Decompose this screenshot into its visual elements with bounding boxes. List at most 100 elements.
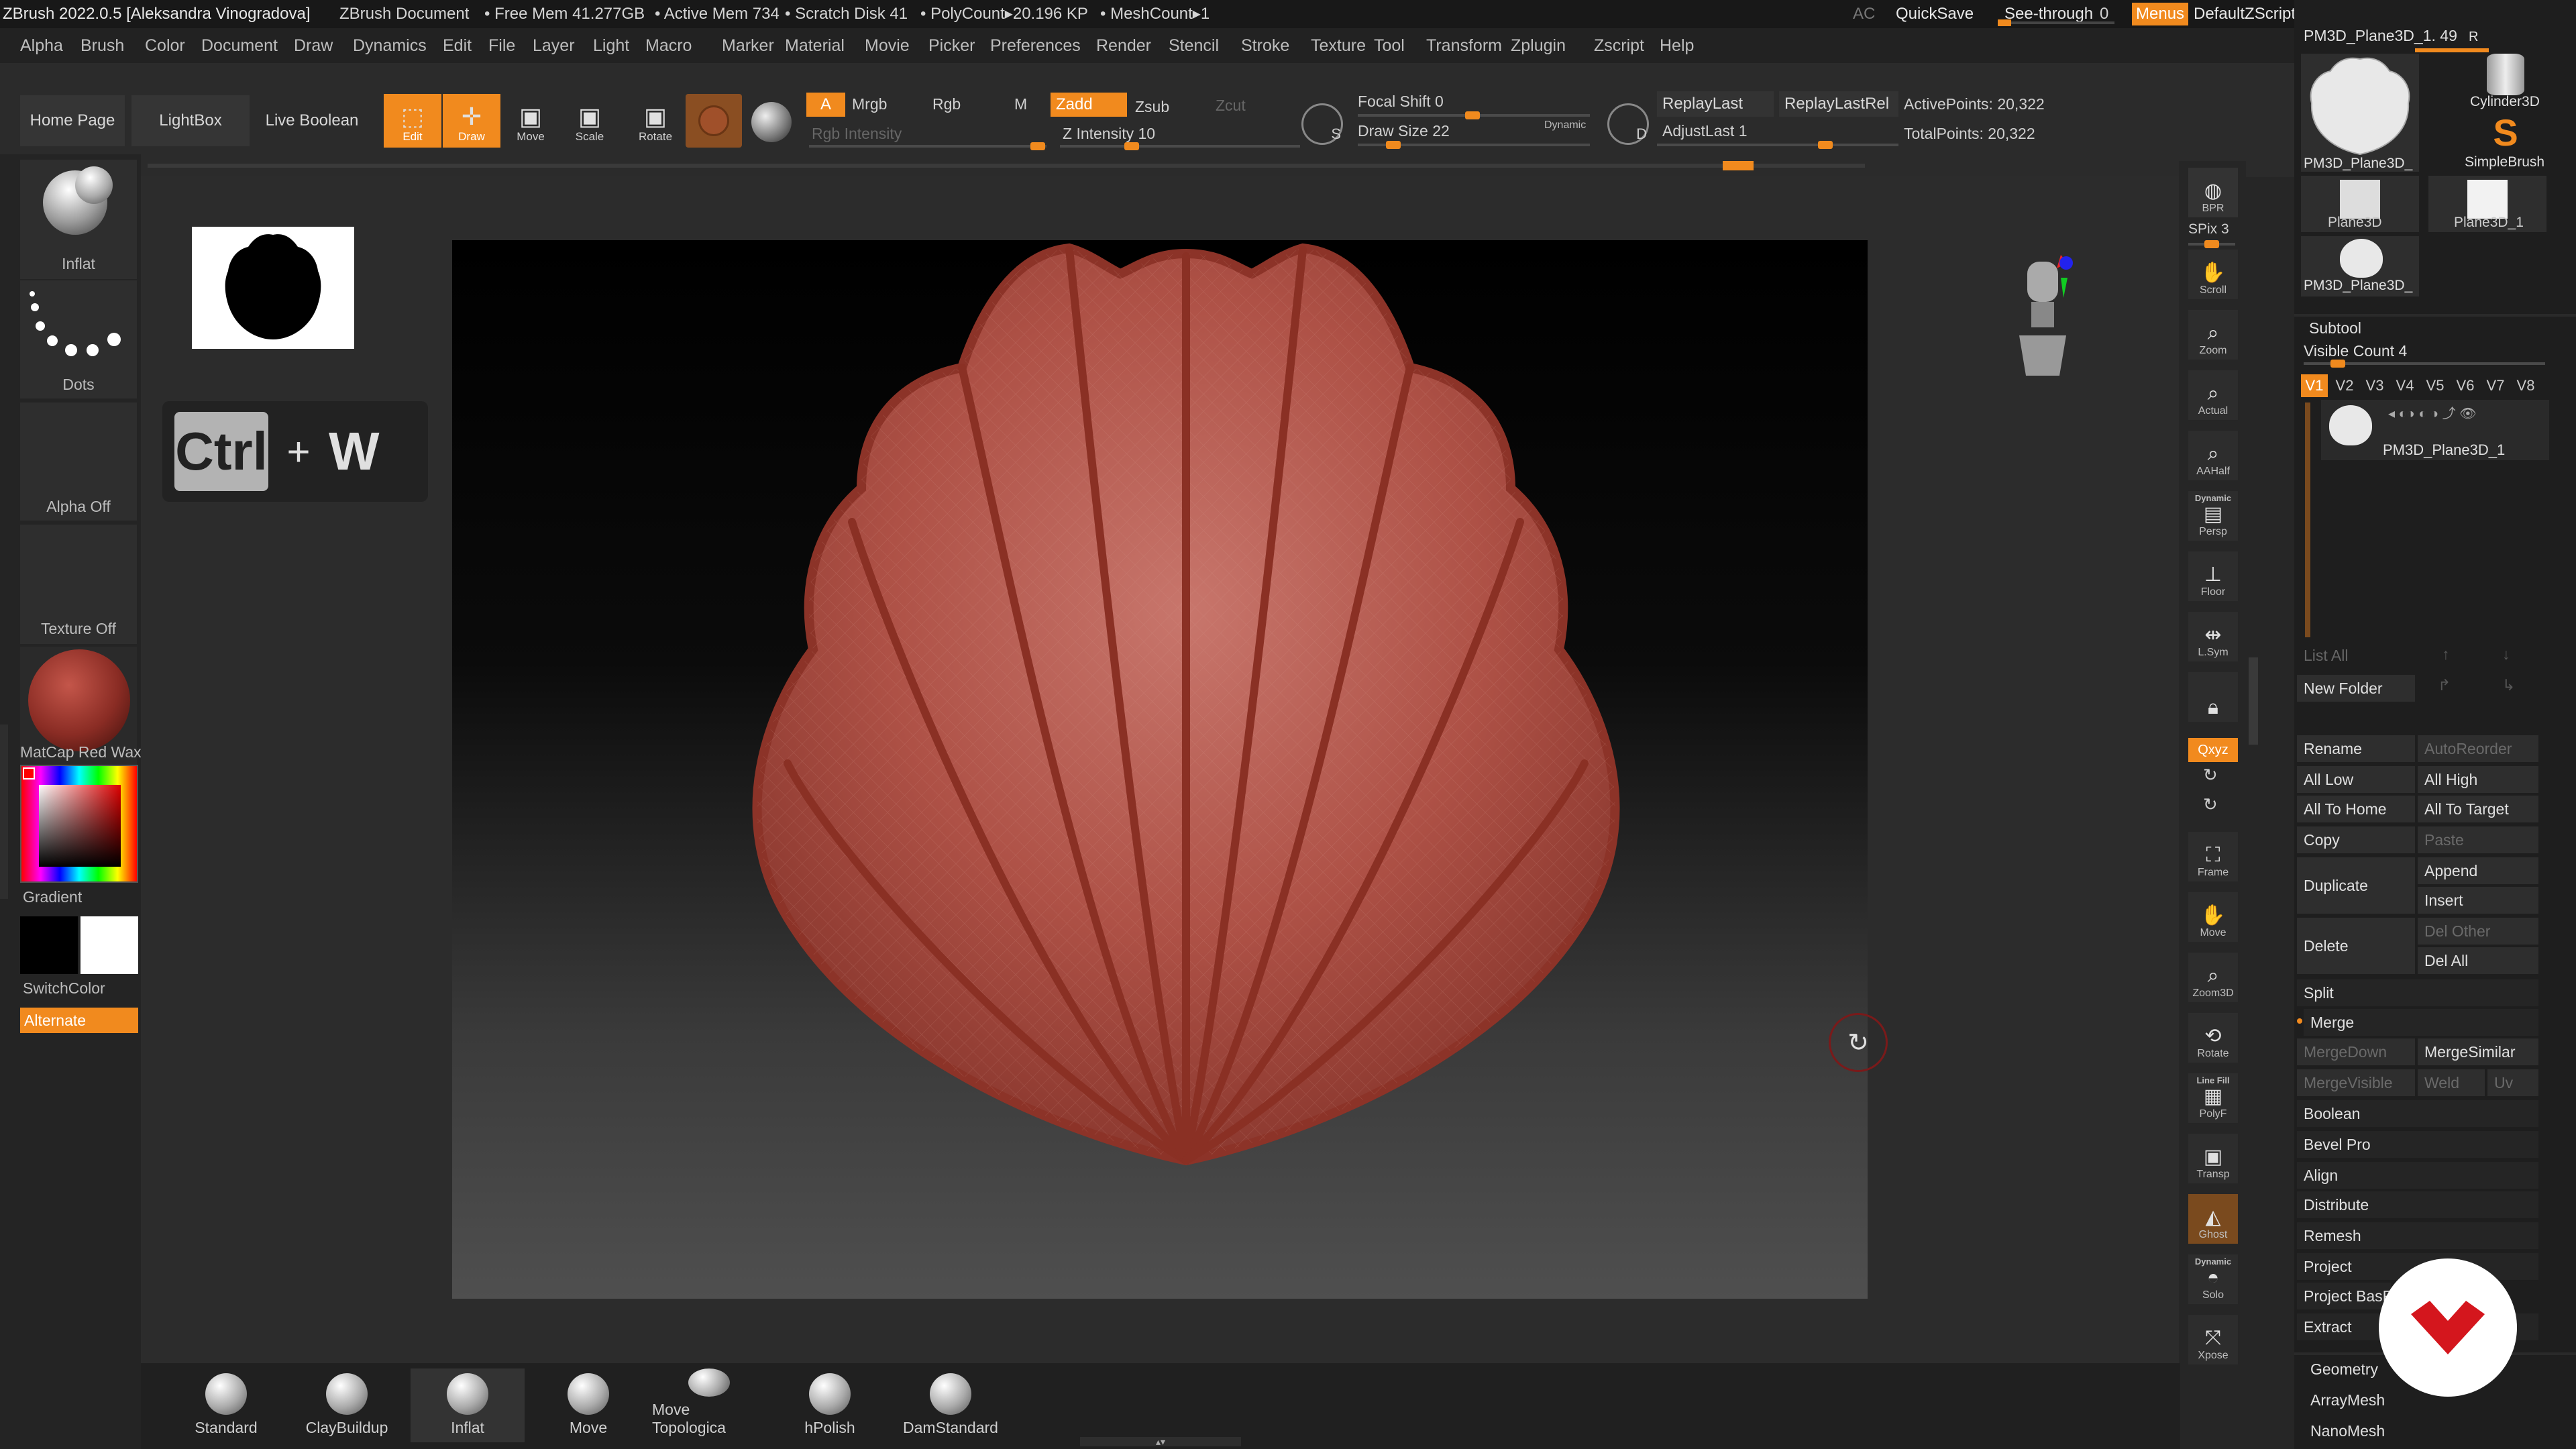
adjustlast-track[interactable] <box>1657 141 1898 149</box>
version-tab-v3[interactable]: V3 <box>2361 374 2388 397</box>
brush-slot-standard[interactable]: Standard <box>169 1368 283 1442</box>
main-color-swatch[interactable] <box>80 916 138 974</box>
xyz-button[interactable]: Qxyz <box>2188 738 2238 762</box>
copy-button[interactable]: Copy <box>2297 826 2415 853</box>
lazy-mouse-d-icon[interactable]: D <box>1607 103 1649 145</box>
tool-thumb-cylinder[interactable]: Cylinder3D <box>2462 54 2549 109</box>
saturation-box[interactable] <box>39 785 121 867</box>
secondary-color-swatch[interactable] <box>20 916 78 974</box>
uv-button[interactable]: Uv <box>2487 1069 2538 1096</box>
menu-transform[interactable]: Transform <box>1426 28 1502 63</box>
switchcolor-button[interactable]: SwitchColor <box>23 979 137 998</box>
zoom-button[interactable]: ⌕ Zoom <box>2188 310 2238 360</box>
menu-stroke[interactable]: Stroke <box>1241 28 1289 63</box>
version-tab-v4[interactable]: V4 <box>2392 374 2418 397</box>
shell-model[interactable] <box>452 240 1868 1299</box>
menu-tool[interactable]: Tool <box>1374 28 1405 63</box>
alternate-button[interactable]: Alternate <box>20 1008 138 1033</box>
merge-button[interactable]: Merge <box>2304 1009 2538 1036</box>
menus-button[interactable]: Menus <box>2132 3 2189 25</box>
bottom-tray-handle[interactable]: ▴▾ <box>1080 1437 1241 1446</box>
rotate-z-icon[interactable]: ↻ <box>2203 794 2218 815</box>
rotate-mode-button[interactable]: ▣ Rotate <box>627 94 684 148</box>
a-button[interactable]: A <box>806 93 845 117</box>
rgb-intensity-slider[interactable]: Rgb Intensity <box>812 125 902 143</box>
lightbox-button[interactable]: LightBox <box>131 95 250 146</box>
subtool-scrollbar[interactable] <box>2305 402 2310 637</box>
new-folder-button[interactable]: New Folder <box>2297 675 2415 702</box>
brush-slot-move-topologica[interactable]: Move Topologica <box>652 1368 766 1442</box>
move-down-icon[interactable]: ↓ <box>2502 645 2510 663</box>
rename-button[interactable]: Rename <box>2297 735 2415 762</box>
menu-document[interactable]: Document <box>201 28 278 63</box>
right-tray-handle[interactable] <box>2249 657 2258 745</box>
focal-shift-track[interactable] <box>1358 111 1590 119</box>
lazy-mouse-s-icon[interactable]: S <box>1301 103 1343 145</box>
draw-size-slider[interactable]: Draw Size 22 <box>1358 122 1450 140</box>
folder-up-icon[interactable]: ↱ <box>2438 676 2451 694</box>
lsym-button[interactable]: ⇹ L.Sym <box>2188 612 2238 661</box>
all-high-button[interactable]: All High <box>2418 766 2538 793</box>
distribute-button[interactable]: Distribute <box>2297 1191 2538 1218</box>
quicksave-button[interactable]: QuickSave <box>1896 0 1974 28</box>
align-button[interactable]: Align <box>2297 1162 2538 1189</box>
xpose-button[interactable]: ⤧ Xpose <box>2188 1315 2238 1364</box>
version-tab-v7[interactable]: V7 <box>2482 374 2509 397</box>
insert-button[interactable]: Insert <box>2418 887 2538 914</box>
delete-button[interactable]: Delete <box>2297 918 2415 974</box>
brush-slot-damstandard[interactable]: DamStandard <box>894 1368 1008 1442</box>
aahalf-button[interactable]: ⌕ AAHalf <box>2188 431 2238 480</box>
time-line-marker[interactable] <box>1723 161 1754 170</box>
replaylastrel-button[interactable]: ReplayLastRel <box>1779 91 1898 117</box>
version-tab-v5[interactable]: V5 <box>2422 374 2449 397</box>
home-page-button[interactable]: Home Page <box>20 95 125 146</box>
visible-count-slider[interactable]: Visible Count 4 <box>2304 342 2407 360</box>
duplicate-button[interactable]: Duplicate <box>2297 857 2415 914</box>
material-swatch-button[interactable] <box>686 94 742 148</box>
z-intensity-slider[interactable]: Z Intensity 10 <box>1063 125 1155 143</box>
zoom3d-button[interactable]: ⌕ Zoom3D <box>2188 953 2238 1002</box>
version-tab-v8[interactable]: V8 <box>2512 374 2539 397</box>
menu-brush[interactable]: Brush <box>80 28 124 63</box>
all-to-target-button[interactable]: All To Target <box>2418 796 2538 822</box>
arraymesh-header[interactable]: ArrayMesh <box>2310 1391 2385 1409</box>
m-button[interactable]: M <box>1014 95 1027 113</box>
bevel-pro-button[interactable]: Bevel Pro <box>2297 1131 2538 1158</box>
mrgb-button[interactable]: Mrgb <box>852 95 887 113</box>
version-tab-v1[interactable]: V1 <box>2301 374 2328 397</box>
tool-thumb-pm3d-small[interactable]: PM3D_Plane3D_ <box>2301 236 2419 297</box>
focal-shift-slider[interactable]: Focal Shift 0 <box>1358 93 1444 111</box>
brush-slot-hpolish[interactable]: hPolish <box>773 1368 887 1442</box>
menu-stencil[interactable]: Stencil <box>1169 28 1219 63</box>
menu-layer[interactable]: Layer <box>533 28 575 63</box>
autoreorder-button[interactable]: AutoReorder <box>2418 735 2538 762</box>
brush-slot-inflat[interactable]: Inflat <box>411 1368 525 1442</box>
actual-button[interactable]: ⌕ Actual <box>2188 370 2238 420</box>
tool-thumb-plane3d[interactable]: Plane3D <box>2301 176 2419 232</box>
split-button[interactable]: Split <box>2297 979 2538 1006</box>
floor-button[interactable]: ⊥ Floor <box>2188 551 2238 601</box>
ghost-button[interactable]: ◭ Ghost <box>2188 1194 2238 1244</box>
menu-alpha[interactable]: Alpha <box>20 28 63 63</box>
paste-button[interactable]: Paste <box>2418 826 2538 853</box>
replaylast-button[interactable]: ReplayLast <box>1657 91 1774 117</box>
folder-down-icon[interactable]: ↳ <box>2502 676 2515 694</box>
mergevisible-button[interactable]: MergeVisible <box>2297 1069 2415 1096</box>
tool-thumb-pm3d-large[interactable]: PM3D_Plane3D_ <box>2301 54 2419 172</box>
color-picker[interactable] <box>20 765 138 883</box>
r-button[interactable]: R <box>2469 30 2478 45</box>
append-button[interactable]: Append <box>2418 857 2538 884</box>
live-boolean-button[interactable]: Live Boolean <box>256 95 368 146</box>
menu-macro[interactable]: Macro <box>645 28 692 63</box>
version-tab-v2[interactable]: V2 <box>2331 374 2358 397</box>
adjustlast-slider[interactable]: AdjustLast 1 <box>1662 122 1748 140</box>
menu-marker[interactable]: Marker <box>722 28 774 63</box>
menu-dynamics[interactable]: Dynamics <box>353 28 427 63</box>
visible-count-track[interactable] <box>2304 360 2545 368</box>
menu-edit[interactable]: Edit <box>443 28 472 63</box>
gyro-sphere-icon[interactable] <box>751 102 792 142</box>
subtool-header[interactable]: Subtool <box>2309 319 2361 337</box>
menu-material[interactable]: Material <box>785 28 845 63</box>
nav-gizmo[interactable] <box>2006 255 2073 376</box>
geometry-header[interactable]: Geometry <box>2310 1360 2378 1379</box>
